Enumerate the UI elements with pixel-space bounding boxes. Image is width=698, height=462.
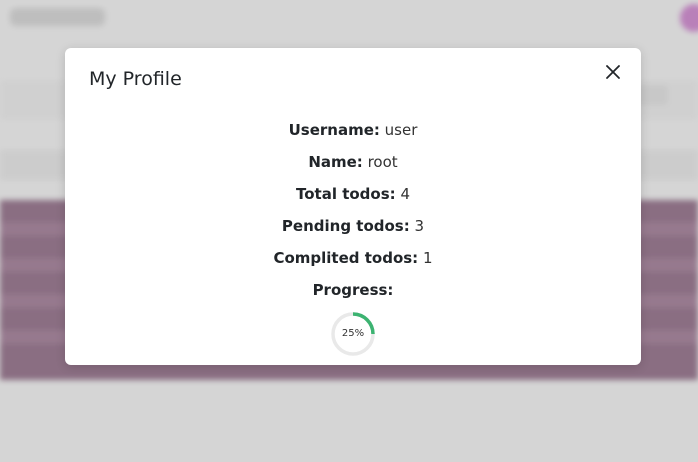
progress-row: Progress: — [65, 281, 641, 299]
progress-ring: 25% — [330, 311, 376, 357]
page: My Profile Username: user Name: root Tot… — [0, 0, 698, 462]
completed-todos-label: Complited todos: — [273, 249, 419, 267]
total-todos-label: Total todos: — [296, 185, 396, 203]
pending-todos-label: Pending todos: — [281, 217, 410, 235]
username-label: Username: — [288, 121, 380, 139]
name-value: root — [367, 153, 398, 171]
completed-todos-value: 1 — [422, 249, 433, 267]
progress-percent: 25% — [341, 328, 365, 339]
name-label: Name: — [308, 153, 363, 171]
name-row: Name: root — [65, 153, 641, 171]
username-value: user — [384, 121, 418, 139]
profile-modal: My Profile Username: user Name: root Tot… — [65, 48, 641, 365]
total-todos-row: Total todos: 4 — [65, 185, 641, 203]
username-row: Username: user — [65, 121, 641, 139]
close-icon — [606, 65, 620, 79]
pending-todos-value: 3 — [414, 217, 425, 235]
close-button[interactable] — [603, 62, 623, 82]
total-todos-value: 4 — [400, 185, 410, 203]
modal-title: My Profile — [89, 68, 182, 90]
completed-todos-row: Complited todos: 1 — [65, 249, 641, 267]
progress-label: Progress: — [312, 281, 394, 299]
pending-todos-row: Pending todos: 3 — [65, 217, 641, 235]
